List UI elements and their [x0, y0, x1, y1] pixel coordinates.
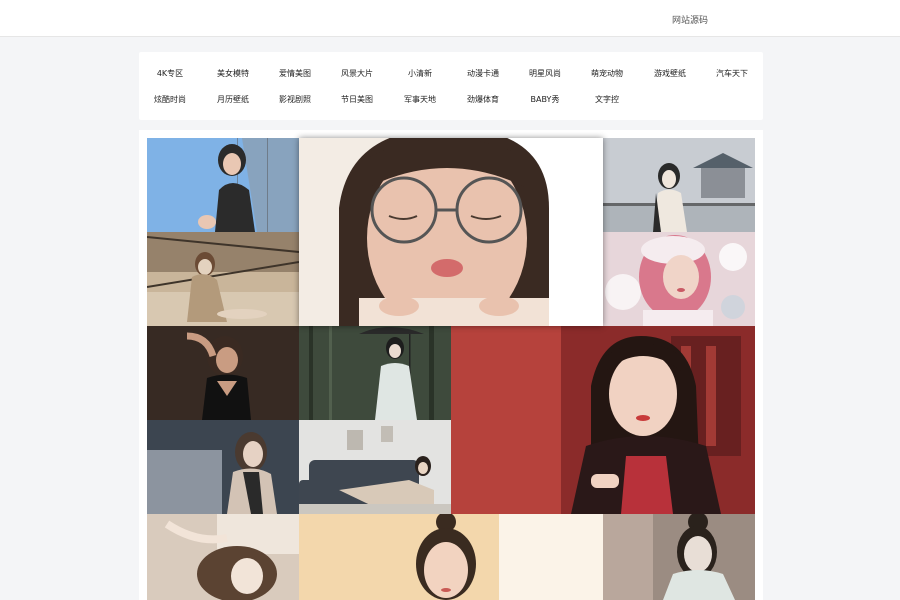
- category-calendar[interactable]: 月历壁纸: [202, 94, 264, 105]
- category-games[interactable]: 游戏壁纸: [639, 68, 701, 79]
- category-baby[interactable]: BABY秀: [514, 94, 576, 105]
- photo-girl-hanfu-red[interactable]: [451, 326, 755, 514]
- category-pets[interactable]: 萌宠动物: [576, 68, 638, 79]
- photo-girl-white-hanfu[interactable]: [603, 514, 755, 600]
- category-film-stills[interactable]: 影视剧照: [264, 94, 326, 105]
- photo-woman-black-dress[interactable]: [147, 326, 299, 420]
- photo-girl-sofa[interactable]: [299, 420, 451, 514]
- category-panel: 4K专区 美女模特 爱情美图 风景大片 小清新 动漫卡通 明星风尚 萌宠动物 游…: [139, 52, 763, 120]
- photo-girl-scarf[interactable]: [147, 420, 299, 514]
- photo-girl-pavilion[interactable]: [603, 138, 755, 232]
- photo-girl-glasses-featured[interactable]: [299, 138, 603, 326]
- category-holiday[interactable]: 节日美图: [326, 94, 388, 105]
- category-text[interactable]: 文字控: [576, 94, 638, 105]
- category-anime[interactable]: 动漫卡通: [452, 68, 514, 79]
- category-beauty-models[interactable]: 美女模特: [202, 68, 264, 79]
- photo-girl-umbrella-forest[interactable]: [299, 326, 451, 420]
- photo-gallery: [139, 130, 763, 600]
- category-love[interactable]: 爱情美图: [264, 68, 326, 79]
- category-fashion[interactable]: 炫酷时尚: [139, 94, 201, 105]
- site-source-link[interactable]: 网站源码: [672, 13, 708, 26]
- category-cars[interactable]: 汽车天下: [701, 68, 763, 79]
- category-sports[interactable]: 劲爆体育: [452, 94, 514, 105]
- photo-girl-bridge-sitting[interactable]: [147, 232, 299, 326]
- category-4k[interactable]: 4K专区: [139, 68, 201, 79]
- top-navbar: 网站源码: [0, 0, 900, 37]
- photo-girl-fence[interactable]: [147, 138, 299, 232]
- category-celebrity[interactable]: 明星风尚: [514, 68, 576, 79]
- category-fresh[interactable]: 小清新: [389, 68, 451, 79]
- photo-girl-beige-bg[interactable]: [299, 514, 603, 600]
- photo-girl-lying[interactable]: [147, 514, 299, 600]
- photo-girl-pink-hair-snow[interactable]: [603, 232, 755, 326]
- category-military[interactable]: 军事天地: [389, 94, 451, 105]
- category-landscape[interactable]: 风景大片: [326, 68, 388, 79]
